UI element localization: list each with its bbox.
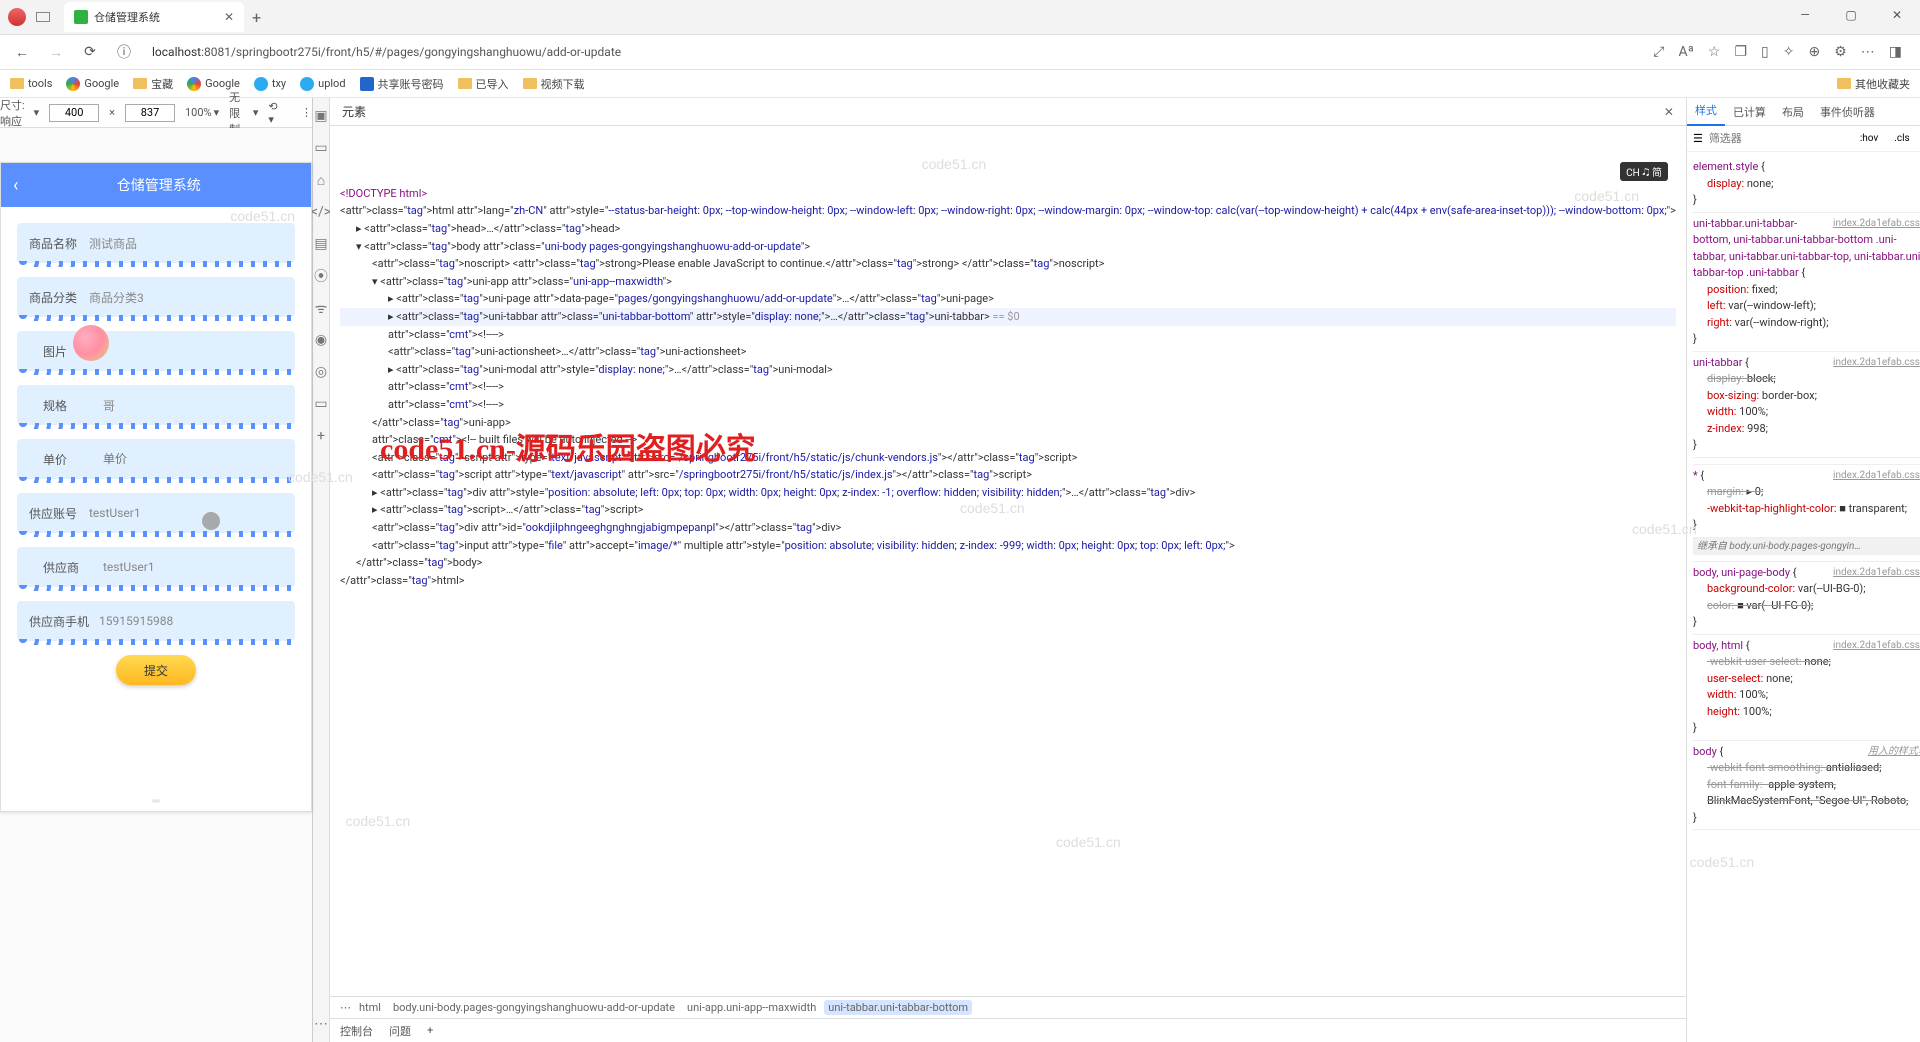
- styles-panel: 样式 已计算 布局 事件侦听器 › ☰ :hov .cls + ▦ elemen…: [1686, 98, 1920, 1042]
- touch-cursor-icon: [202, 512, 220, 530]
- other-bookmarks[interactable]: 其他收藏夹: [1837, 76, 1910, 92]
- field-image[interactable]: 图片: [17, 331, 295, 371]
- tab-title: 仓储管理系统: [94, 9, 224, 25]
- app-icon[interactable]: ⚙: [1834, 44, 1847, 60]
- field-supplier[interactable]: 供应商 testUser1: [17, 547, 295, 587]
- rotate-icon[interactable]: ⟲ ▾: [268, 100, 281, 126]
- bookmark-uplod[interactable]: uplod: [300, 77, 345, 91]
- submit-button[interactable]: 提交: [116, 655, 196, 685]
- inspect-icon[interactable]: ▣: [313, 108, 329, 124]
- more-icon[interactable]: +: [313, 428, 329, 444]
- field-product-name[interactable]: 商品名称 测试商品: [17, 223, 295, 263]
- responsive-toolbar: 尺寸:响应 ▾ × 100% ▾ 无限制 ▾ ⟲ ▾ ⋮: [0, 98, 312, 128]
- product-image-icon[interactable]: [73, 325, 109, 361]
- filter-icon: ☰: [1693, 132, 1703, 145]
- minimize-button[interactable]: —: [1782, 0, 1828, 30]
- crumb-item[interactable]: html: [355, 1000, 385, 1015]
- hov-toggle[interactable]: :hov: [1855, 131, 1883, 146]
- device-toggle-icon[interactable]: ▭: [313, 140, 329, 156]
- bookmark-txy[interactable]: txy: [254, 77, 286, 91]
- application-icon[interactable]: ◎: [313, 364, 329, 380]
- favicon-icon: [74, 10, 88, 24]
- sidebar-icon[interactable]: ◨: [1889, 44, 1902, 60]
- field-spec[interactable]: 规格 哥: [17, 385, 295, 425]
- text-a-icon[interactable]: Aª: [1678, 44, 1693, 60]
- add-drawer-tab[interactable]: +: [427, 1024, 433, 1037]
- tabs-chevron-icon[interactable]: ›: [1915, 105, 1920, 118]
- crumb-item[interactable]: uni-app.uni-app--maxwidth: [683, 1000, 820, 1015]
- height-input[interactable]: [125, 104, 175, 122]
- panel-close-icon[interactable]: ✕: [1664, 105, 1674, 119]
- puzzle-icon[interactable]: ❐: [1734, 44, 1747, 60]
- collections-icon[interactable]: ▯: [1761, 44, 1769, 60]
- elements-icon[interactable]: ⌂: [313, 172, 329, 188]
- tab-layout[interactable]: 布局: [1774, 104, 1812, 120]
- star-icon[interactable]: ☆: [1708, 44, 1721, 60]
- close-window-button[interactable]: ✕: [1874, 0, 1920, 30]
- address-field[interactable]: localhost:8081/springbootr275i/front/h5/…: [146, 41, 1635, 63]
- bookmark-share[interactable]: 共享账号密码: [360, 76, 444, 92]
- bookmarks-bar: tools Google 宝藏 Google txy uplod 共享账号密码 …: [0, 70, 1920, 98]
- bookmark-video[interactable]: 视频下载: [523, 76, 585, 92]
- new-tab-button[interactable]: +: [252, 8, 261, 27]
- maximize-button[interactable]: ▢: [1828, 0, 1874, 30]
- app-header: ‹ 仓储管理系统: [1, 163, 311, 207]
- device-frame: ‹ 仓储管理系统 商品名称 测试商品 商品分类 商品分类3 图片: [0, 162, 312, 812]
- drag-handle[interactable]: ═: [1, 792, 311, 811]
- tab-styles[interactable]: 样式: [1687, 98, 1725, 126]
- reader-icon[interactable]: ⤢: [1653, 44, 1664, 60]
- ime-badge: CH 🎝 简: [1620, 162, 1668, 181]
- tab-events[interactable]: 事件侦听器: [1812, 104, 1883, 120]
- issues-tab[interactable]: 问题: [389, 1023, 411, 1039]
- field-account[interactable]: 供应账号 testUser1: [17, 493, 295, 533]
- crumb-item[interactable]: body.uni-body.pages-gongyingshanghuowu-a…: [389, 1000, 679, 1015]
- dom-tree[interactable]: code51.cn-源码乐园盗图必究 <!DOCTYPE html><attr"…: [330, 126, 1686, 996]
- field-phone[interactable]: 供应商手机 15915915988: [17, 601, 295, 641]
- field-price[interactable]: 单价: [17, 439, 295, 479]
- devtools-sidebar: ▣ ▭ ⌂ </> ▤ ⦿ ᯤ ◉ ◎ ▭ + ⋯: [313, 98, 330, 1042]
- network-icon[interactable]: ⦿: [313, 268, 329, 284]
- browser-tab[interactable]: 仓储管理系统 ✕: [64, 2, 244, 32]
- performance-icon[interactable]: ᯤ: [313, 300, 329, 316]
- field-category[interactable]: 商品分类 商品分类3: [17, 277, 295, 317]
- forward-button[interactable]: →: [44, 40, 68, 64]
- sources-icon[interactable]: ▤: [313, 236, 329, 252]
- favorites-icon[interactable]: ✧: [1783, 44, 1795, 60]
- bookmark-tools[interactable]: tools: [10, 77, 52, 90]
- dots-icon[interactable]: ⋯: [313, 1016, 329, 1032]
- tab-computed[interactable]: 已计算: [1725, 104, 1774, 120]
- elements-panel: 元素 ✕ code51.cn-源码乐园盗图必究 <!DOCTYPE html><…: [330, 98, 1686, 1042]
- menu-icon[interactable]: ⋯: [1861, 44, 1875, 60]
- device-select[interactable]: 尺寸:响应 ▾: [0, 97, 39, 129]
- drawer-tabs: 控制台 问题 +: [330, 1018, 1686, 1042]
- downloads-icon[interactable]: ⊕: [1808, 44, 1820, 60]
- zoom-select[interactable]: 100% ▾: [185, 106, 219, 119]
- bookmark-google[interactable]: Google: [66, 77, 119, 91]
- responsive-more-icon[interactable]: ⋮: [301, 106, 312, 119]
- back-button[interactable]: ←: [10, 40, 34, 64]
- styles-body[interactable]: element.style {display: none;}index.2da1…: [1687, 152, 1920, 1042]
- close-tab-icon[interactable]: ✕: [224, 10, 234, 24]
- elements-tab-label[interactable]: 元素: [342, 103, 366, 120]
- bookmark-imported[interactable]: 已导入: [458, 76, 509, 92]
- app-title: 仓储管理系统: [18, 175, 299, 195]
- bookmark-baozang[interactable]: 宝藏: [133, 76, 173, 92]
- price-input[interactable]: [103, 452, 283, 466]
- url-bar: ← → ⟳ ⓘ localhost:8081/springbootr275i/f…: [0, 35, 1920, 70]
- width-input[interactable]: [49, 104, 99, 122]
- filter-input[interactable]: [1709, 132, 1849, 145]
- profile-avatar-icon[interactable]: [8, 8, 26, 26]
- cls-toggle[interactable]: .cls: [1889, 131, 1914, 146]
- security-icon[interactable]: ▭: [313, 396, 329, 412]
- breadcrumb[interactable]: ⋯ html body.uni-body.pages-gongyingshanghu…: [330, 996, 1686, 1018]
- site-info-icon[interactable]: ⓘ: [112, 40, 136, 64]
- crumb-item[interactable]: uni-tabbar.uni-tabbar-bottom: [824, 1000, 972, 1015]
- refresh-button[interactable]: ⟳: [78, 40, 102, 64]
- titlebar: 仓储管理系统 ✕ + — ▢ ✕: [0, 0, 1920, 35]
- console-tab[interactable]: 控制台: [340, 1023, 373, 1039]
- workspace-icon[interactable]: [36, 12, 50, 22]
- crumb-dots-icon[interactable]: ⋯: [340, 1001, 351, 1014]
- memory-icon[interactable]: ◉: [313, 332, 329, 348]
- console-icon[interactable]: </>: [313, 204, 329, 220]
